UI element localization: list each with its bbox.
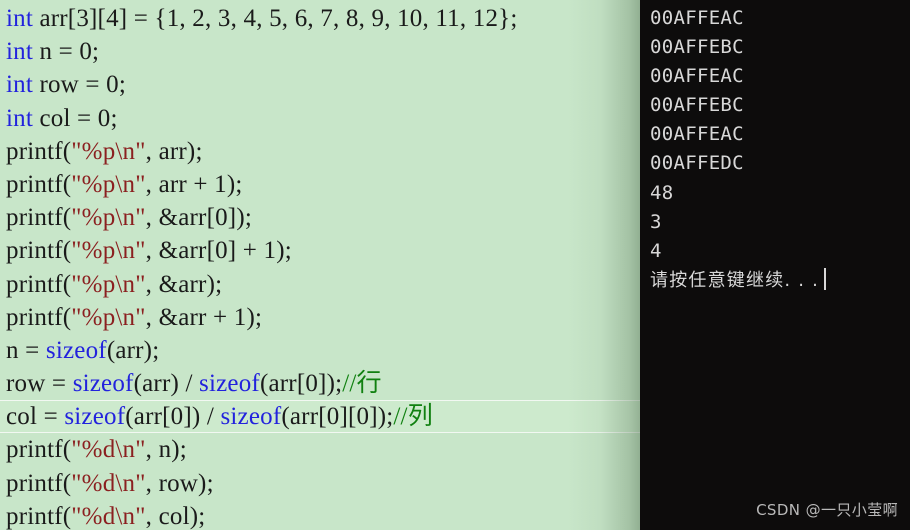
code-line[interactable]: n = sizeof(arr); bbox=[0, 334, 640, 367]
console-line: 48 bbox=[650, 179, 910, 208]
code-line[interactable]: printf("%p\n", &arr); bbox=[0, 268, 640, 301]
console-line: 00AFFEBC bbox=[650, 33, 910, 62]
code-token-plain: (arr) / bbox=[133, 370, 200, 398]
code-token-kw: sizeof bbox=[64, 403, 126, 431]
code-token-plain: , row); bbox=[145, 469, 214, 497]
code-token-str: "%p\n" bbox=[71, 204, 146, 232]
code-token-kw: sizeof bbox=[45, 336, 107, 364]
code-token-kw: int bbox=[6, 38, 33, 66]
console-line-text: 00AFFEAC bbox=[650, 123, 744, 146]
code-token-plain: printf( bbox=[6, 270, 72, 298]
code-token-plain: (arr); bbox=[106, 336, 160, 364]
console-output-pane[interactable]: 00AFFEAC 00AFFEBC 00AFFEAC 00AFFEBC 00AFFEAC… bbox=[640, 0, 910, 530]
code-token-kw: sizeof bbox=[220, 403, 282, 431]
code-token-str: "%d\n" bbox=[71, 436, 146, 464]
code-token-kw: sizeof bbox=[199, 370, 260, 398]
code-line[interactable]: int col = 0; bbox=[0, 102, 640, 135]
code-token-plain: , &arr); bbox=[145, 270, 223, 298]
code-token-plain: n = bbox=[6, 336, 46, 364]
console-line: 00AFFEAC bbox=[650, 62, 910, 91]
code-line[interactable]: printf("%p\n", &arr[0]); bbox=[0, 201, 640, 234]
code-line[interactable]: printf("%p\n", &arr + 1); bbox=[0, 301, 640, 334]
code-token-plain: printf( bbox=[6, 436, 72, 464]
code-token-kw: int bbox=[6, 71, 33, 99]
code-token-kw: sizeof bbox=[72, 370, 134, 398]
code-token-str: "%p\n" bbox=[71, 270, 146, 298]
code-token-str: "%p\n" bbox=[71, 137, 146, 165]
console-line: 00AFFEAC bbox=[650, 120, 910, 149]
console-line: 00AFFEBC bbox=[650, 91, 910, 120]
code-token-plain: printf( bbox=[6, 204, 72, 232]
code-line-list[interactable]: int arr[3][4] = {1, 2, 3, 4, 5, 6, 7, 8,… bbox=[0, 0, 640, 530]
code-token-plain: , arr + 1); bbox=[145, 170, 243, 198]
code-line[interactable]: col = sizeof(arr[0]) / sizeof(arr[0][0])… bbox=[0, 400, 640, 434]
screenshot-root: int arr[3][4] = {1, 2, 3, 4, 5, 6, 7, 8,… bbox=[0, 0, 910, 530]
code-token-cmt: //行 bbox=[342, 370, 382, 398]
code-token-plain: printf( bbox=[6, 170, 72, 198]
code-token-plain: col = bbox=[6, 403, 65, 431]
code-line[interactable]: printf("%d\n", col); bbox=[0, 500, 640, 530]
code-token-plain: (arr[0]) / bbox=[125, 403, 221, 431]
console-line: 00AFFEDC bbox=[650, 149, 910, 178]
console-line-text: 00AFFEAC bbox=[650, 65, 744, 88]
console-line-text: 00AFFEBC bbox=[650, 94, 744, 117]
code-token-plain: printf( bbox=[6, 303, 72, 331]
code-token-plain: printf( bbox=[6, 137, 72, 165]
code-token-plain: row = bbox=[6, 370, 73, 398]
code-token-plain: printf( bbox=[6, 469, 72, 497]
console-line-text: 00AFFEBC bbox=[650, 36, 744, 59]
code-line[interactable]: row = sizeof(arr) / sizeof(arr[0]);//行 bbox=[0, 367, 640, 400]
code-token-str: "%p\n" bbox=[71, 303, 146, 331]
code-token-plain: printf( bbox=[6, 237, 72, 265]
code-token-plain: n = 0; bbox=[33, 38, 100, 66]
code-token-plain: col = 0; bbox=[33, 104, 118, 132]
code-token-kw: int bbox=[6, 104, 33, 132]
code-token-plain: row = 0; bbox=[33, 71, 126, 99]
code-token-plain: (arr[0][0]); bbox=[281, 403, 394, 431]
code-line[interactable]: printf("%p\n", arr + 1); bbox=[0, 168, 640, 201]
console-line-text: 3 bbox=[650, 210, 662, 233]
code-line[interactable]: int row = 0; bbox=[0, 68, 640, 101]
code-line[interactable]: printf("%d\n", n); bbox=[0, 433, 640, 466]
console-line-text: 4 bbox=[650, 239, 662, 262]
code-token-str: "%p\n" bbox=[71, 170, 146, 198]
console-line-text: 00AFFEAC bbox=[650, 7, 744, 29]
code-token-plain: , col); bbox=[145, 502, 206, 530]
console-line-text: 48 bbox=[650, 181, 674, 204]
console-line: 请按任意键继续. . . bbox=[650, 266, 910, 295]
console-line-text: 00AFFEDC bbox=[650, 152, 744, 175]
code-token-str: "%p\n" bbox=[71, 237, 146, 265]
code-token-plain: , arr); bbox=[145, 137, 203, 165]
console-line-list: 00AFFEAC 00AFFEBC 00AFFEAC 00AFFEBC 00AFFEAC… bbox=[650, 4, 910, 295]
code-editor-pane[interactable]: int arr[3][4] = {1, 2, 3, 4, 5, 6, 7, 8,… bbox=[0, 0, 640, 530]
code-line[interactable]: printf("%d\n", row); bbox=[0, 467, 640, 500]
code-token-plain: , n); bbox=[145, 436, 187, 464]
code-token-str: "%d\n" bbox=[71, 502, 146, 530]
code-line[interactable]: int arr[3][4] = {1, 2, 3, 4, 5, 6, 7, 8,… bbox=[0, 2, 640, 35]
console-line: 00AFFEAC bbox=[650, 4, 910, 33]
console-cursor bbox=[824, 267, 827, 290]
code-token-str: "%d\n" bbox=[71, 469, 146, 497]
console-line-text: 请按任意键继续. . . bbox=[650, 269, 820, 291]
code-token-plain: arr[3][4] = {1, 2, 3, 4, 5, 6, 7, 8, 9, … bbox=[33, 5, 518, 32]
code-line[interactable]: printf("%p\n", &arr[0] + 1); bbox=[0, 234, 640, 267]
code-line[interactable]: printf("%p\n", arr); bbox=[0, 135, 640, 168]
code-line[interactable]: int n = 0; bbox=[0, 35, 640, 68]
console-line: 3 bbox=[650, 208, 910, 237]
console-line: 4 bbox=[650, 237, 910, 266]
csdn-watermark: CSDN @一只小莹啊 bbox=[756, 501, 898, 519]
code-token-plain: (arr[0]); bbox=[259, 370, 343, 398]
code-token-cmt: //列 bbox=[393, 403, 433, 431]
code-token-kw: int bbox=[6, 5, 33, 32]
code-token-plain: , &arr[0] + 1); bbox=[145, 237, 292, 265]
code-token-plain: , &arr[0]); bbox=[145, 204, 252, 232]
code-token-plain: printf( bbox=[6, 502, 72, 530]
code-token-plain: , &arr + 1); bbox=[145, 303, 263, 331]
